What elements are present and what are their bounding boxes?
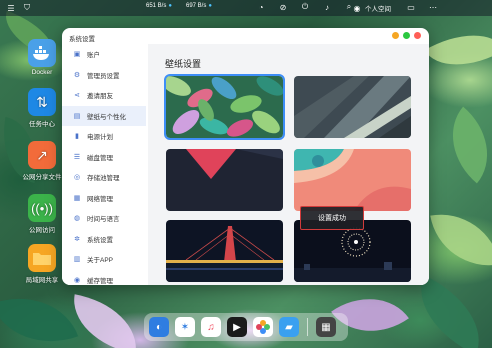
wallpaper-thumb-leaves[interactable] bbox=[164, 74, 285, 140]
chat-icon[interactable]: ▭ bbox=[406, 2, 416, 12]
finder-icon[interactable]: ◐ bbox=[149, 317, 169, 337]
music-icon[interactable]: ♫ bbox=[201, 317, 221, 337]
power-plan-icon: ▮ bbox=[75, 133, 79, 141]
sidebar-item-wallpaper[interactable]: ▤ 壁纸与个性化 bbox=[62, 105, 146, 126]
network-speed: 651 B/s ● 697 B/s ● bbox=[146, 3, 212, 9]
avatar-icon: ◉ bbox=[353, 3, 361, 13]
storage-icon: ◎ bbox=[73, 174, 81, 182]
gallery-icon[interactable]: ▦ bbox=[316, 317, 336, 337]
sidebar-item-time-language[interactable]: ◍ 时间与语言 bbox=[62, 208, 146, 229]
minimize-button[interactable] bbox=[392, 32, 399, 39]
share-icon: ⋖ bbox=[74, 92, 80, 100]
admin-icon: ⚙ bbox=[73, 71, 81, 79]
dock-separator bbox=[307, 318, 308, 336]
transfer-icon: ⇅ bbox=[28, 88, 56, 116]
wallpaper-icon: ▤ bbox=[73, 112, 81, 120]
network-icon: ▦ bbox=[73, 194, 81, 202]
sidebar-item-account[interactable]: ▣ 账户 bbox=[62, 44, 146, 65]
download-speed: 697 B/s ● bbox=[185, 3, 212, 9]
power-icon[interactable]: ⏻ bbox=[300, 2, 310, 12]
share-arrow-icon: ↗ bbox=[28, 141, 56, 169]
window-title: 系统设置 bbox=[69, 36, 95, 43]
close-button[interactable] bbox=[414, 32, 421, 39]
cast-icon[interactable]: ⊘ bbox=[278, 2, 288, 12]
wallpaper-thumb-bridge[interactable] bbox=[166, 220, 283, 282]
compass-icon[interactable]: ✶ bbox=[175, 317, 195, 337]
wallpaper-thumb-pastel[interactable] bbox=[294, 149, 411, 211]
user-icon: ▣ bbox=[73, 51, 81, 59]
clock-icon[interactable]: ◔ bbox=[256, 2, 266, 12]
settings-sidebar: ▣ 账户 ⚙ 管理员设置 ⋖ 邀请朋友 ▤ 壁纸与个性化 ▮ 电源计划 ☰ 磁盘管理 ◎ 存储… bbox=[62, 44, 146, 285]
success-toast: 设置成功 bbox=[300, 206, 364, 230]
sidebar-item-power[interactable]: ▮ 电源计划 bbox=[62, 126, 146, 147]
antenna-icon: ((•)) bbox=[28, 194, 56, 222]
globe-icon: ◍ bbox=[73, 215, 81, 223]
photos-icon[interactable] bbox=[253, 317, 273, 337]
page-title: 壁纸设置 bbox=[165, 59, 202, 69]
user-name: 个人空间 bbox=[365, 6, 391, 13]
disk-icon: ☰ bbox=[73, 153, 81, 161]
more-icon[interactable]: ⋯ bbox=[428, 2, 438, 12]
wallpaper-thumb-geometric[interactable] bbox=[294, 76, 411, 138]
wallpaper-thumb-red-triangle[interactable] bbox=[166, 149, 283, 211]
sidebar-item-disk[interactable]: ☰ 磁盘管理 bbox=[62, 147, 146, 168]
video-icon[interactable]: ▶ bbox=[227, 317, 247, 337]
dock: ◐ ✶ ♫ ▶ ▰ ▦ bbox=[144, 313, 348, 341]
sidebar-item-system[interactable]: ✲ 系统设置 bbox=[62, 229, 146, 250]
window-controls bbox=[392, 32, 421, 39]
shield-icon[interactable]: ⛉ bbox=[22, 3, 32, 13]
sidebar-item-invite[interactable]: ⋖ 邀请朋友 bbox=[62, 85, 146, 106]
sidebar-item-network[interactable]: ▦ 网络管理 bbox=[62, 188, 146, 209]
gear-icon: ✲ bbox=[74, 235, 80, 243]
folder-icon bbox=[28, 244, 56, 272]
desktop-icon-public-access[interactable]: ((•)) 公网访问 bbox=[22, 194, 62, 234]
sidebar-item-storage[interactable]: ◎ 存储池管理 bbox=[62, 167, 146, 188]
docker-icon bbox=[28, 39, 56, 67]
user-menu[interactable]: ◉ 个人空间 bbox=[352, 3, 392, 14]
info-icon: ▥ bbox=[73, 256, 81, 264]
sidebar-item-about[interactable]: ▥ 关于APP bbox=[62, 249, 146, 270]
sidebar-item-admin[interactable]: ⚙ 管理员设置 bbox=[62, 65, 146, 86]
settings-window: 系统设置 ▣ 账户 ⚙ 管理员设置 ⋖ 邀请朋友 ▤ 壁纸与个性化 ▮ 电源计划 ☰ 磁盘管… bbox=[62, 28, 429, 285]
cache-icon: ◉ bbox=[73, 276, 81, 284]
menu-icon[interactable]: ☰ bbox=[6, 3, 16, 13]
maximize-button[interactable] bbox=[403, 32, 410, 39]
upload-speed: 651 B/s ● bbox=[146, 3, 172, 9]
bell-icon[interactable]: ♪ bbox=[322, 2, 332, 12]
top-bar: ☰ ⛉ 651 B/s ● 697 B/s ● ◔ ⊘ ⏻ ♪ ⌕ ◉ 个人空间 ▭… bbox=[0, 0, 492, 16]
desktop-icon-docker[interactable]: Docker bbox=[22, 39, 62, 76]
sidebar-item-cache[interactable]: ◉ 缓存管理 bbox=[62, 270, 146, 286]
wallpaper-settings-panel: 壁纸设置 设置成功 bbox=[148, 44, 429, 285]
desktop-icon-lan-share[interactable]: 局域网共享 bbox=[22, 244, 62, 284]
folder-icon[interactable]: ▰ bbox=[279, 317, 299, 337]
desktop-icon-task-center[interactable]: ⇅ 任务中心 bbox=[22, 88, 62, 128]
desktop-icon-public-share[interactable]: ↗ 公网分享文件 bbox=[22, 141, 62, 181]
